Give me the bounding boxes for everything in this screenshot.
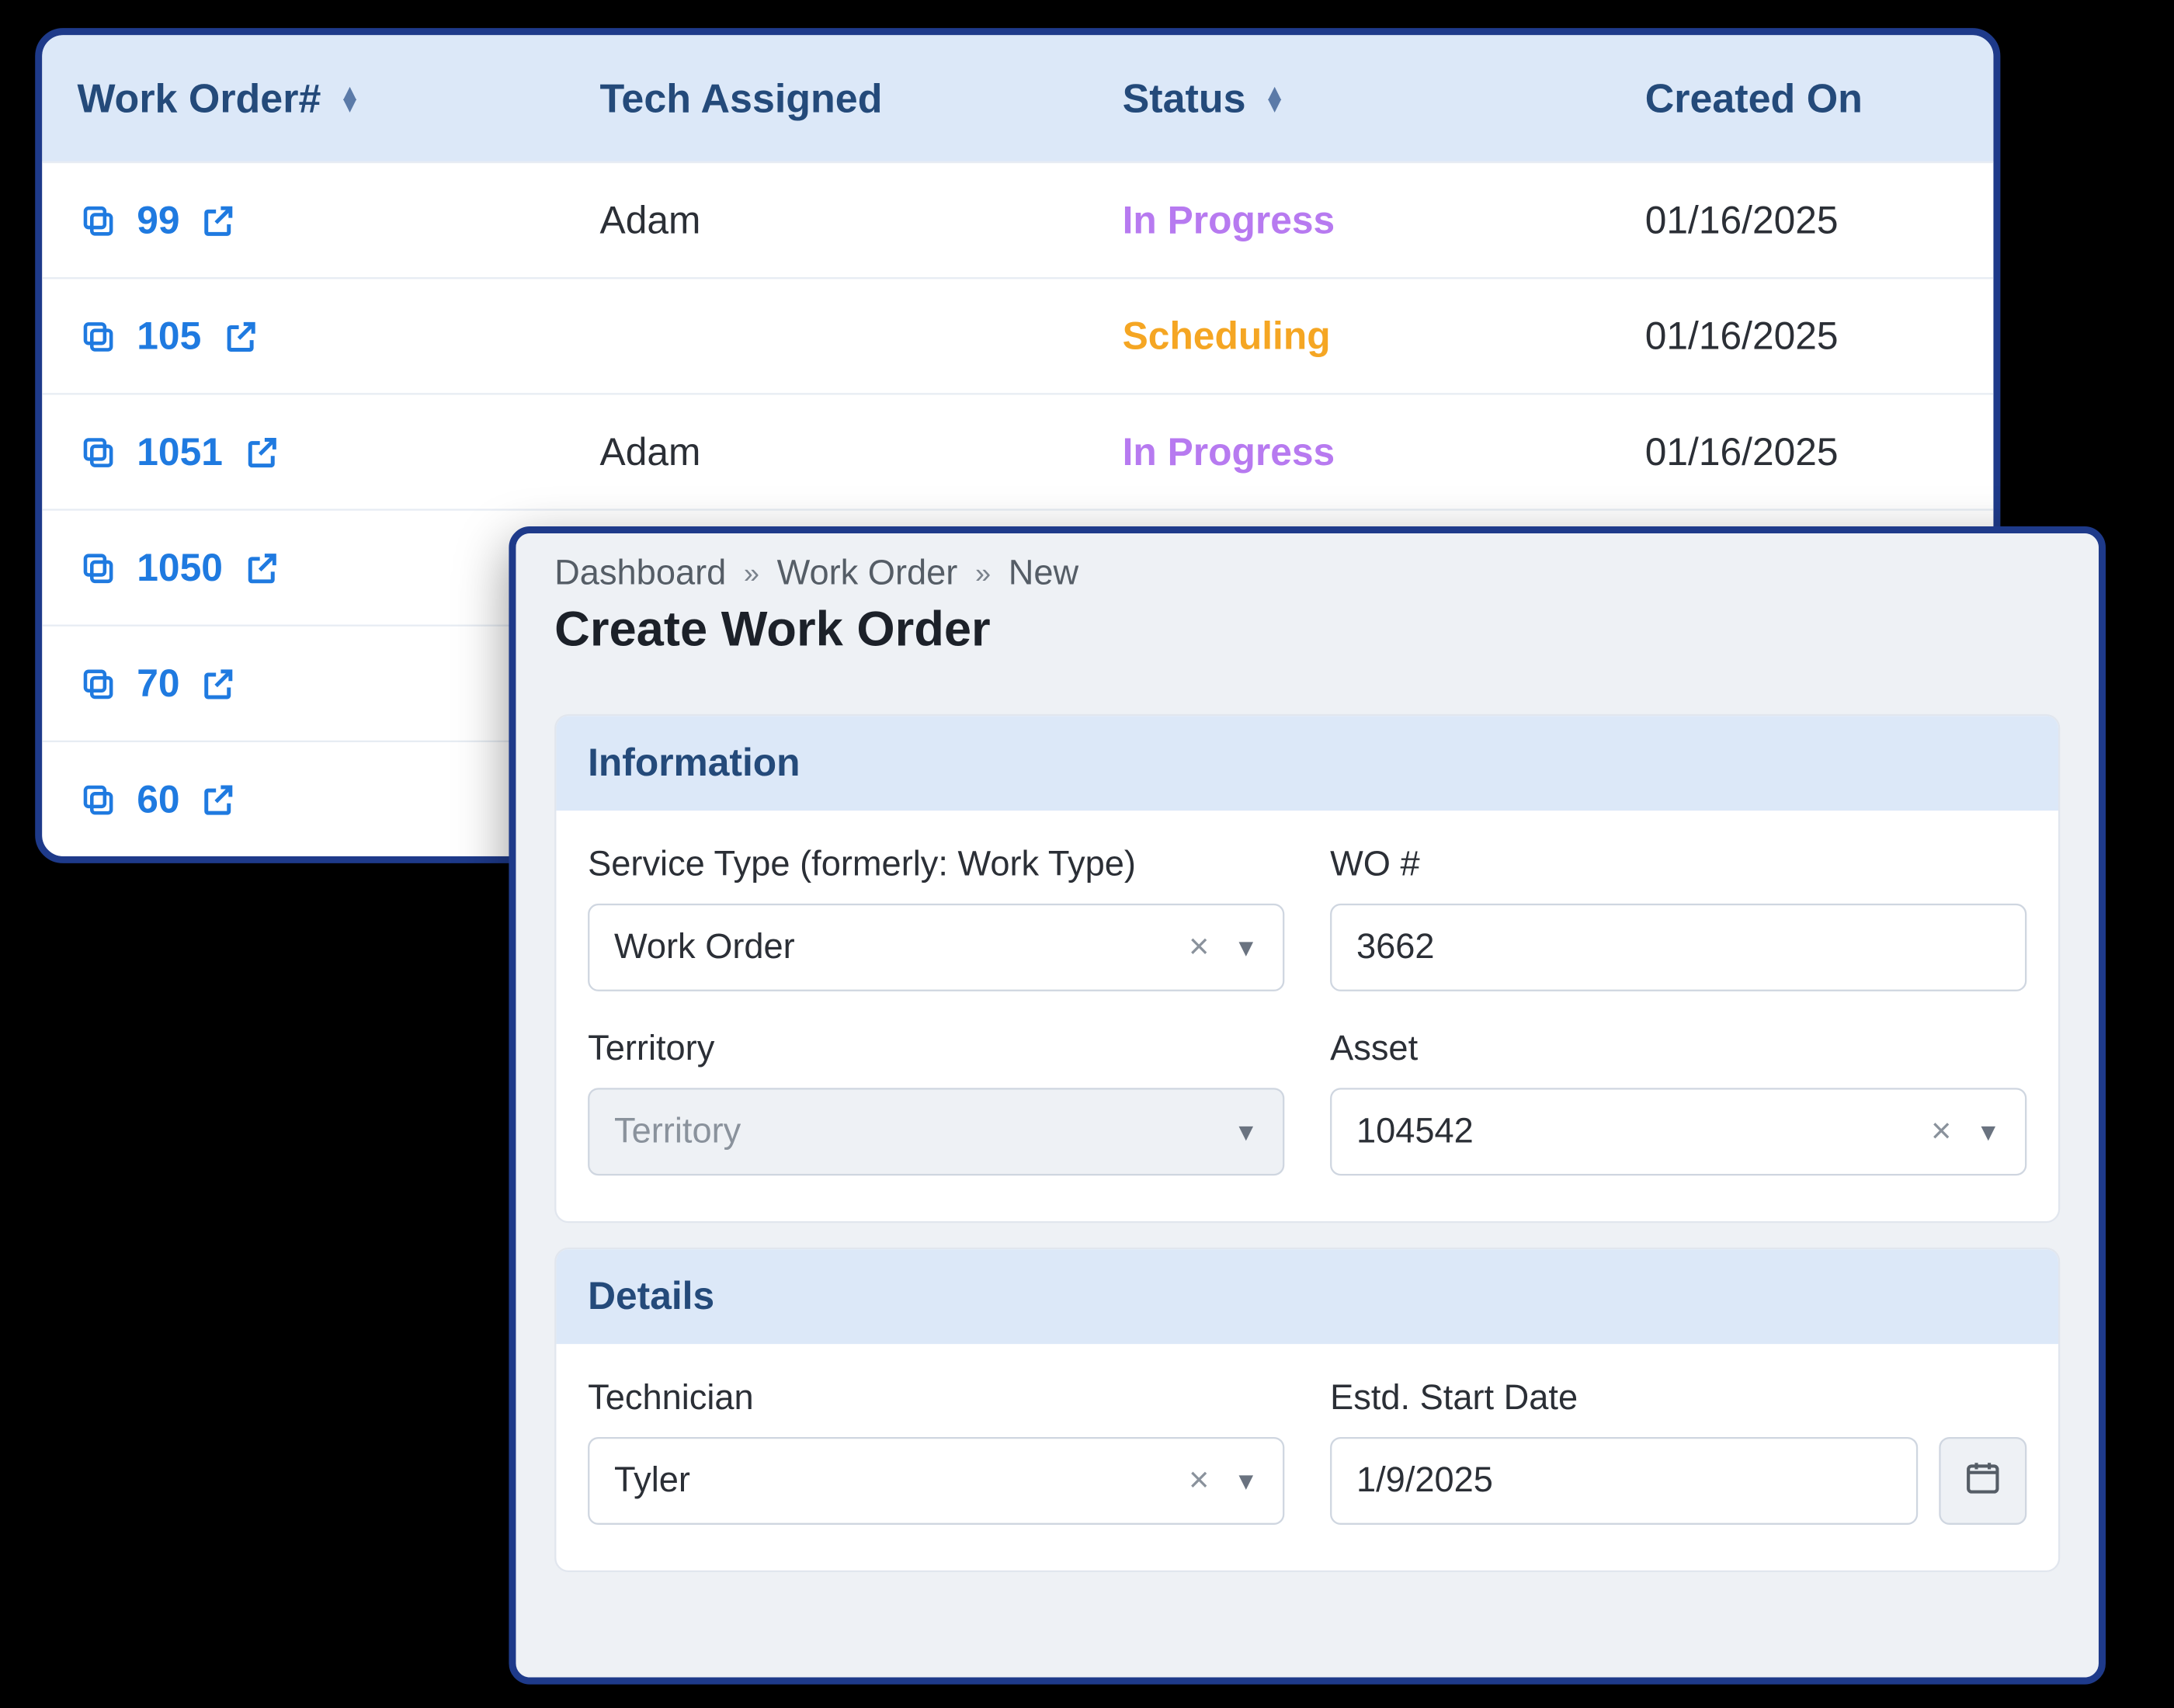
table-row: 105 Scheduling 01/16/2025 <box>42 277 1993 393</box>
col-header-label: Tech Assigned <box>600 75 883 122</box>
col-header-label: Status <box>1123 75 1246 122</box>
chevron-down-icon[interactable]: ▼ <box>1962 1118 2000 1146</box>
field-label: Asset <box>1330 1030 2026 1071</box>
open-external-icon[interactable] <box>241 431 283 473</box>
chevron-down-icon[interactable]: ▼ <box>1220 1118 1258 1146</box>
field-label: Technician <box>588 1379 1284 1419</box>
work-order-link[interactable]: 70 <box>137 661 179 706</box>
work-order-link[interactable]: 105 <box>137 313 201 359</box>
work-order-link[interactable]: 99 <box>137 197 179 243</box>
field-service-type: Service Type (formerly: Work Type) Work … <box>588 845 1284 991</box>
cell-work-order: 99 <box>42 197 564 243</box>
copy-icon[interactable] <box>77 200 119 241</box>
section-details: Details Technician Tyler × ▼ Estd. Start… <box>554 1248 2060 1572</box>
input-value: 3662 <box>1356 927 1435 967</box>
section-heading: Details <box>556 1249 2058 1344</box>
form-header: Dashboard » Work Order » New Create Work… <box>516 533 2099 689</box>
form-body: Information Service Type (formerly: Work… <box>516 714 2099 1572</box>
field-label: WO # <box>1330 845 2026 886</box>
section-heading: Information <box>556 716 2058 811</box>
table-row: 1051 Adam In Progress 01/16/2025 <box>42 393 1993 509</box>
copy-icon[interactable] <box>77 315 119 357</box>
chevron-right-icon: » <box>744 559 759 591</box>
breadcrumb-item[interactable]: New <box>1009 554 1078 595</box>
territory-select[interactable]: Territory ▼ <box>588 1088 1284 1175</box>
chevron-right-icon: » <box>975 559 991 591</box>
cell-status: In Progress <box>1087 429 1610 475</box>
field-technician: Technician Tyler × ▼ <box>588 1379 1284 1525</box>
work-order-link[interactable]: 60 <box>137 776 179 822</box>
cell-status: In Progress <box>1087 197 1610 243</box>
cell-tech: Adam <box>564 197 1087 243</box>
calendar-icon <box>1964 1457 2002 1505</box>
cell-created: 01/16/2025 <box>1610 313 1994 359</box>
field-label: Territory <box>588 1030 1284 1071</box>
cell-work-order: 70 <box>42 661 564 706</box>
open-external-icon[interactable] <box>197 200 239 241</box>
cell-created: 01/16/2025 <box>1610 429 1994 475</box>
calendar-button[interactable] <box>1939 1437 2026 1525</box>
copy-icon[interactable] <box>77 778 119 820</box>
field-label: Service Type (formerly: Work Type) <box>588 845 1284 886</box>
section-information: Information Service Type (formerly: Work… <box>554 714 2060 1223</box>
cell-created: 01/16/2025 <box>1610 197 1994 243</box>
breadcrumb-item[interactable]: Work Order <box>777 554 958 595</box>
technician-select[interactable]: Tyler × ▼ <box>588 1437 1284 1525</box>
status-badge: In Progress <box>1123 197 1335 243</box>
copy-icon[interactable] <box>77 547 119 588</box>
asset-select[interactable]: 104542 × ▼ <box>1330 1088 2026 1175</box>
open-external-icon[interactable] <box>197 778 239 820</box>
estd-start-date-input[interactable]: 1/9/2025 <box>1330 1437 1918 1525</box>
work-order-link[interactable]: 1050 <box>137 545 223 591</box>
status-badge: In Progress <box>1123 429 1335 475</box>
table-header-row: Work Order# ▲▼ Tech Assigned Status ▲▼ C… <box>42 35 1993 161</box>
field-estd-start-date: Estd. Start Date 1/9/2025 <box>1330 1379 2026 1525</box>
clear-icon[interactable]: × <box>1920 1112 1962 1152</box>
field-label: Estd. Start Date <box>1330 1379 2026 1419</box>
col-header-label: Work Order# <box>77 75 321 122</box>
open-external-icon[interactable] <box>197 662 239 704</box>
field-territory: Territory Territory ▼ <box>588 1030 1284 1176</box>
col-header-created[interactable]: Created On <box>1610 75 1994 122</box>
cell-work-order: 1051 <box>42 429 564 475</box>
cell-status: Scheduling <box>1087 313 1610 359</box>
field-wo-number: WO # 3662 <box>1330 845 2026 991</box>
sort-icon[interactable]: ▲▼ <box>1263 85 1286 110</box>
copy-icon[interactable] <box>77 431 119 473</box>
cell-work-order: 105 <box>42 313 564 359</box>
clear-icon[interactable]: × <box>1178 927 1220 967</box>
copy-icon[interactable] <box>77 662 119 704</box>
select-value: Work Order <box>614 927 1178 967</box>
table-row: 99 Adam In Progress 01/16/2025 <box>42 161 1993 277</box>
open-external-icon[interactable] <box>241 547 283 588</box>
field-asset: Asset 104542 × ▼ <box>1330 1030 2026 1176</box>
col-header-work-order[interactable]: Work Order# ▲▼ <box>42 75 564 122</box>
chevron-down-icon[interactable]: ▼ <box>1220 933 1258 961</box>
col-header-tech[interactable]: Tech Assigned <box>564 75 1087 122</box>
col-header-status[interactable]: Status ▲▼ <box>1087 75 1610 122</box>
cell-tech: Adam <box>564 429 1087 475</box>
work-order-link[interactable]: 1051 <box>137 429 223 475</box>
cell-work-order: 1050 <box>42 545 564 591</box>
select-value: 104542 <box>1356 1112 1920 1152</box>
select-value: Tyler <box>614 1460 1178 1501</box>
cell-work-order: 60 <box>42 776 564 822</box>
input-value: 1/9/2025 <box>1356 1460 1493 1501</box>
sort-icon[interactable]: ▲▼ <box>339 85 361 110</box>
clear-icon[interactable]: × <box>1178 1460 1220 1501</box>
create-work-order-card: Dashboard » Work Order » New Create Work… <box>509 526 2106 1685</box>
breadcrumb: Dashboard » Work Order » New <box>554 554 2060 595</box>
status-badge: Scheduling <box>1123 313 1331 359</box>
service-type-select[interactable]: Work Order × ▼ <box>588 904 1284 991</box>
page-title: Create Work Order <box>554 602 2060 658</box>
open-external-icon[interactable] <box>219 315 261 357</box>
col-header-label: Created On <box>1645 75 1863 122</box>
select-placeholder: Territory <box>614 1112 1220 1152</box>
chevron-down-icon[interactable]: ▼ <box>1220 1467 1258 1494</box>
wo-number-input[interactable]: 3662 <box>1330 904 2026 991</box>
breadcrumb-item[interactable]: Dashboard <box>554 554 726 595</box>
